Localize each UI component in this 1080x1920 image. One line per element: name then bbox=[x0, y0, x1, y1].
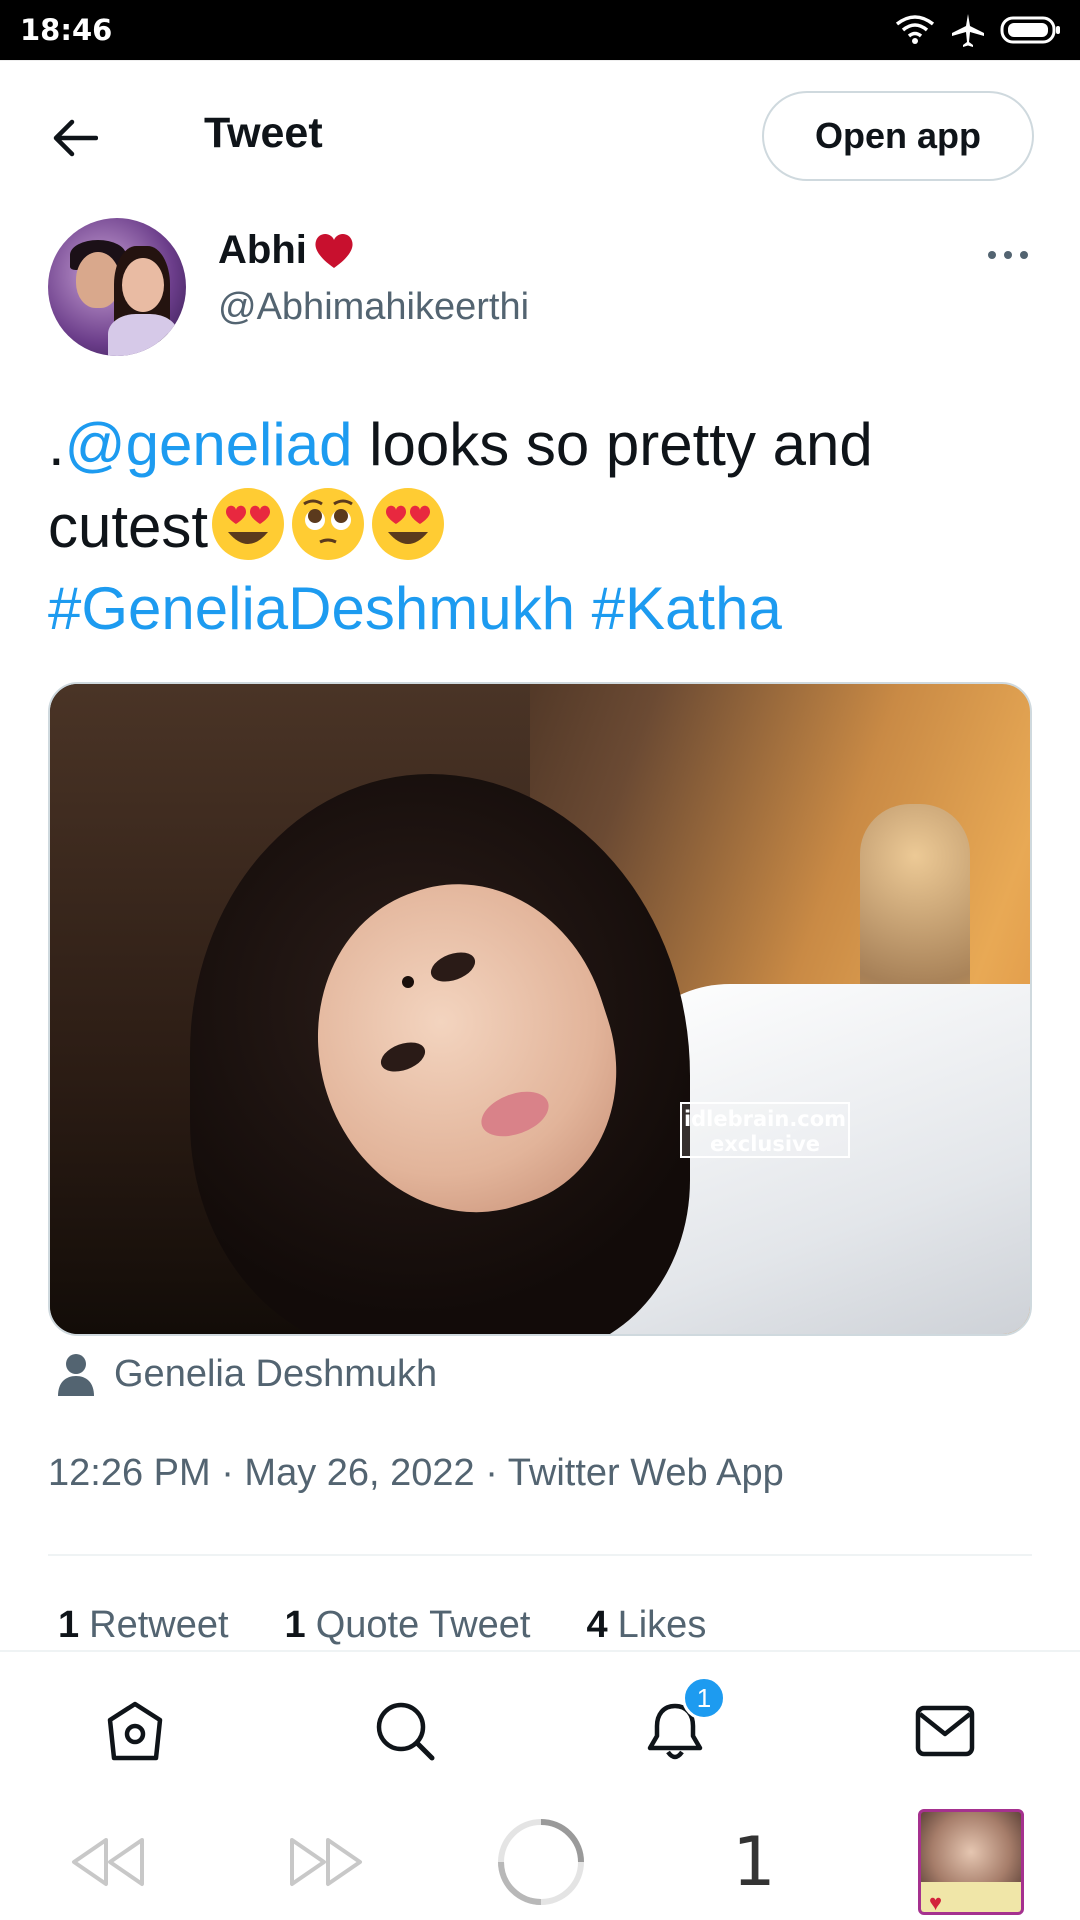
author-name[interactable]: Abhi bbox=[218, 228, 355, 273]
person-icon bbox=[58, 1354, 94, 1396]
hashtag-link-2[interactable]: #Katha bbox=[592, 575, 782, 642]
retweets-stat[interactable]: 1 Retweet bbox=[58, 1604, 229, 1647]
nav-home[interactable] bbox=[102, 1698, 168, 1764]
avatar[interactable] bbox=[48, 218, 186, 356]
heart-icon bbox=[315, 233, 353, 268]
messages-icon bbox=[915, 1705, 975, 1757]
status-bar: 18:46 bbox=[0, 0, 1080, 60]
browser-profile-button[interactable]: ♥ bbox=[918, 1804, 1024, 1920]
search-icon bbox=[376, 1702, 435, 1761]
author-handle[interactable]: @Abhimahikeerthi bbox=[218, 286, 529, 329]
tab-count-button[interactable]: 1 bbox=[724, 1822, 784, 1902]
divider bbox=[48, 1554, 1032, 1556]
browser-forward-button[interactable] bbox=[286, 1822, 366, 1902]
media-watermark: idlebrain.com exclusive bbox=[680, 1102, 850, 1158]
page-title: Tweet bbox=[204, 109, 323, 157]
pleading-face-emoji-icon bbox=[292, 488, 365, 561]
browser-toolbar: 1 ♥ bbox=[0, 1804, 1080, 1920]
tab-count: 1 bbox=[732, 1822, 776, 1902]
wifi-icon bbox=[895, 15, 935, 44]
back-button[interactable] bbox=[48, 111, 102, 165]
tagged-people[interactable]: Genelia Deshmukh bbox=[56, 1352, 437, 1396]
heart-icon: ♥ bbox=[929, 1890, 943, 1915]
nav-messages[interactable] bbox=[912, 1698, 978, 1764]
mention-link[interactable]: @geneliad bbox=[65, 411, 353, 478]
battery-icon bbox=[1000, 16, 1060, 44]
fast-forward-icon bbox=[290, 1838, 362, 1886]
profile-thumbnail: ♥ bbox=[918, 1809, 1024, 1915]
more-options-button[interactable] bbox=[980, 238, 1036, 272]
notification-badge: 1 bbox=[682, 1676, 726, 1720]
bottom-nav: 1 bbox=[0, 1650, 1080, 1804]
airplane-icon bbox=[952, 14, 984, 47]
rewind-icon bbox=[72, 1838, 144, 1886]
heart-eyes-emoji-icon-2 bbox=[372, 488, 445, 561]
watermark-line-2: exclusive bbox=[709, 1132, 820, 1156]
more-icon bbox=[988, 251, 1028, 259]
watermark-line-1: idlebrain.com bbox=[683, 1107, 847, 1131]
tweet-text-prefix: . bbox=[48, 411, 65, 478]
loading-spinner-icon bbox=[498, 1819, 584, 1905]
nav-notifications[interactable]: 1 bbox=[642, 1676, 726, 1764]
tweet-timestamp: 12:26 PM · May 26, 2022 · Twitter Web Ap… bbox=[48, 1452, 784, 1494]
tweet-media-image[interactable]: idlebrain.com exclusive bbox=[48, 682, 1032, 1336]
tweet-text: .@geneliad looks so pretty and cutest #G… bbox=[48, 404, 1038, 650]
quote-tweets-stat[interactable]: 1 Quote Tweet bbox=[285, 1604, 531, 1647]
likes-stat[interactable]: 4 Likes bbox=[586, 1604, 706, 1647]
status-icons bbox=[894, 12, 1062, 48]
tagged-person-name: Genelia Deshmukh bbox=[114, 1352, 438, 1395]
arrow-left-icon bbox=[53, 119, 98, 157]
browser-reload-button[interactable] bbox=[496, 1819, 586, 1905]
nav-search[interactable] bbox=[372, 1698, 438, 1764]
home-icon bbox=[107, 1701, 163, 1761]
hashtag-link[interactable]: #GeneliaDeshmukh bbox=[48, 575, 575, 642]
author-name-text: Abhi bbox=[218, 228, 307, 272]
heart-eyes-emoji-icon bbox=[212, 488, 285, 561]
open-app-button[interactable]: Open app bbox=[762, 91, 1034, 181]
browser-back-button[interactable] bbox=[68, 1822, 148, 1902]
tweet-stats: 1 Retweet 1 Quote Tweet 4 Likes bbox=[58, 1604, 706, 1647]
status-time: 18:46 bbox=[20, 13, 113, 47]
top-bar: Tweet Open app bbox=[0, 60, 1080, 208]
